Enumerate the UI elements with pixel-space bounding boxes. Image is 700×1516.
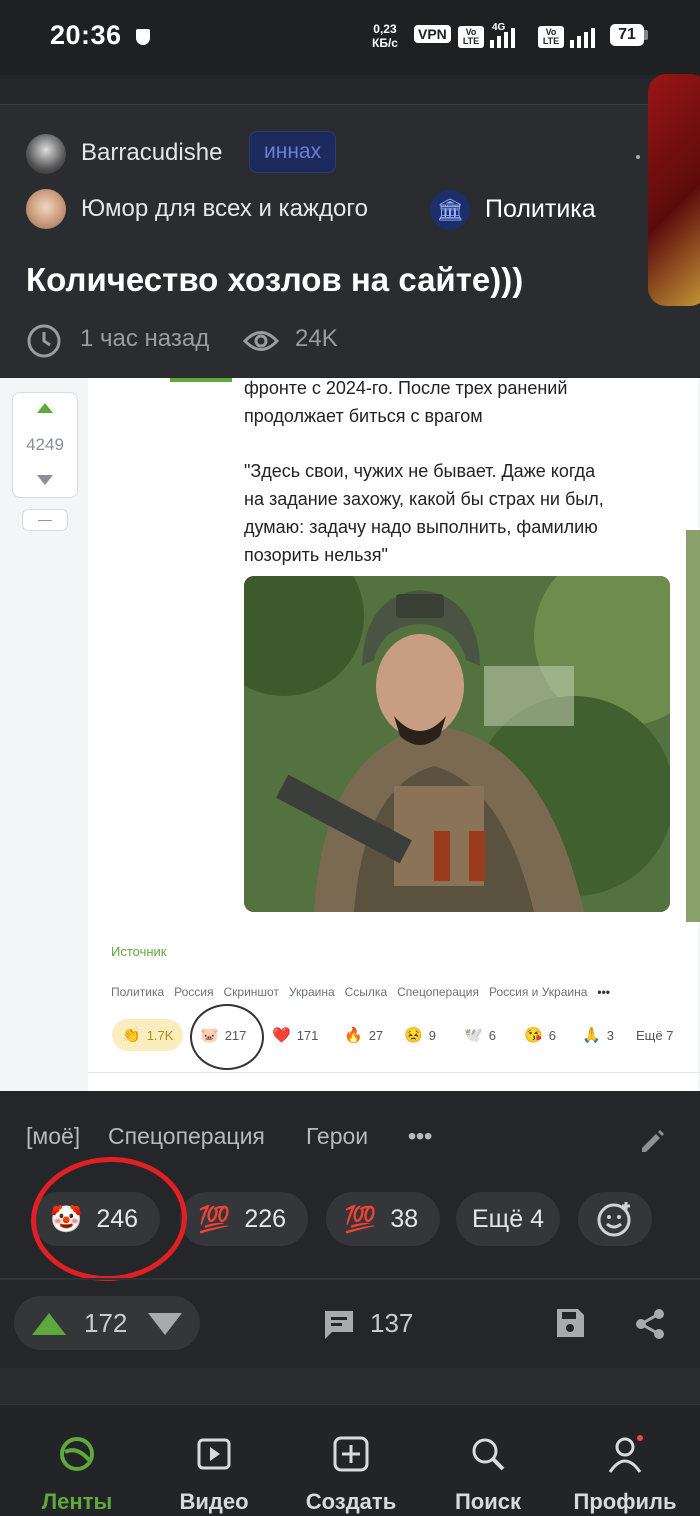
volte-icon: Vo LTE	[458, 26, 484, 48]
next-image-edge	[686, 530, 700, 922]
community-name[interactable]: Юмор для всех и каждого	[81, 195, 368, 223]
tag-link[interactable]: [моё]	[26, 1123, 80, 1150]
feed-icon	[60, 1437, 94, 1471]
clock-icon	[27, 324, 61, 358]
category-name[interactable]: Политика	[485, 195, 596, 224]
community-avatar[interactable]	[26, 189, 66, 229]
building-icon: 🏛	[430, 190, 470, 230]
accent-line	[170, 378, 232, 382]
more-reactions-button[interactable]: Ещё 4	[456, 1192, 560, 1246]
shot-text-line: фронте с 2024-го. После трех ранений	[244, 378, 568, 398]
network-speed: 0,23 КБ/с	[372, 22, 398, 50]
upvote-icon[interactable]	[32, 1313, 66, 1335]
divider	[0, 1368, 700, 1404]
profile-icon	[608, 1435, 643, 1473]
story-thumbnail[interactable]	[648, 74, 700, 306]
volte-icon-2: Vo LTE	[538, 26, 564, 48]
eye-icon	[243, 331, 279, 351]
signal-icon-2	[570, 26, 595, 48]
comment-count[interactable]: 137	[370, 1308, 413, 1339]
shot-downvote-icon	[37, 475, 53, 485]
author-avatar[interactable]	[26, 134, 66, 174]
edit-icon[interactable]	[638, 1126, 668, 1156]
shot-reaction: 🙏 3	[582, 1027, 614, 1044]
shot-reaction: 😘 6	[524, 1027, 556, 1044]
downvote-icon[interactable]	[148, 1313, 182, 1335]
battery-cap	[644, 30, 648, 40]
comment-icon[interactable]	[322, 1308, 356, 1342]
shot-text-line: продолжает биться с врагом	[244, 406, 483, 426]
shot-more-reactions: Ещё 7	[636, 1027, 674, 1043]
pen-circle-annotation	[190, 1004, 264, 1070]
battery-icon: 71	[610, 24, 644, 46]
soldier-photo	[244, 576, 670, 912]
red-circle-annotation	[27, 1153, 191, 1285]
add-emoji-icon	[597, 1202, 631, 1237]
add-reaction-button[interactable]	[578, 1192, 652, 1246]
shot-minus: —	[22, 509, 68, 531]
divider	[0, 1278, 700, 1280]
nav-search[interactable]: Поиск	[418, 1434, 558, 1515]
shot-divider	[88, 1072, 700, 1073]
save-icon[interactable]	[554, 1306, 586, 1340]
more-dot	[636, 155, 640, 159]
shot-reaction: 😣 9	[404, 1027, 436, 1044]
clock: 20:36	[50, 20, 122, 50]
shot-rating: 4249	[26, 435, 64, 454]
shield-icon	[136, 29, 150, 45]
shot-text-line: на задание захожу, какой бы страх ни был…	[244, 489, 604, 509]
tag-link[interactable]: Герои	[306, 1123, 368, 1150]
video-icon	[197, 1438, 231, 1470]
nav-profile[interactable]: Профиль	[555, 1434, 695, 1515]
post-views: 24K	[295, 325, 338, 352]
source-link: Источник	[111, 944, 167, 959]
tags-more-button[interactable]: •••	[408, 1123, 432, 1150]
reaction-100-500[interactable]: 💯 226	[180, 1192, 308, 1246]
shot-text-line: думаю: задачу надо выполнить, фамилию	[244, 517, 598, 537]
shot-vote-box: 4249	[12, 392, 78, 498]
search-icon	[472, 1438, 505, 1471]
reaction-100[interactable]: 💯 38	[326, 1192, 440, 1246]
shot-reaction: 👏 1.7K	[112, 1019, 184, 1051]
vote-count: 172	[84, 1308, 128, 1338]
tag-link[interactable]: Спецоперация	[108, 1123, 265, 1150]
author-name[interactable]: Barracudishe	[81, 139, 222, 167]
nav-feeds[interactable]: Ленты	[7, 1434, 147, 1515]
shot-upvote-icon	[37, 403, 53, 413]
shot-tags: Политика Россия Скриншот Украина Ссылка Спецо…	[111, 985, 610, 999]
signal-icon	[490, 26, 515, 48]
author-badge: иннах	[249, 131, 337, 173]
share-icon[interactable]	[632, 1306, 668, 1342]
vpn-indicator: VPN	[414, 25, 451, 43]
shot-text-line: позорить нельзя"	[244, 545, 388, 565]
shot-text-line: "Здесь свои, чужих не бывает. Даже когда	[244, 461, 596, 481]
shot-reaction: ❤️ 171	[272, 1027, 319, 1044]
nav-video[interactable]: Видео	[144, 1434, 284, 1515]
post-time: 1 час назад	[80, 325, 210, 352]
plus-square-icon	[333, 1436, 369, 1472]
embedded-screenshot[interactable]: 4249 — фронте с 2024-го. После трех ране…	[0, 378, 700, 1091]
shot-reaction: 🔥 27	[344, 1027, 384, 1044]
nav-create[interactable]: Создать	[281, 1434, 421, 1515]
post-title[interactable]: Количество хозлов на сайте)))	[26, 261, 523, 299]
shot-reaction: 🕊️ 6	[464, 1027, 496, 1044]
